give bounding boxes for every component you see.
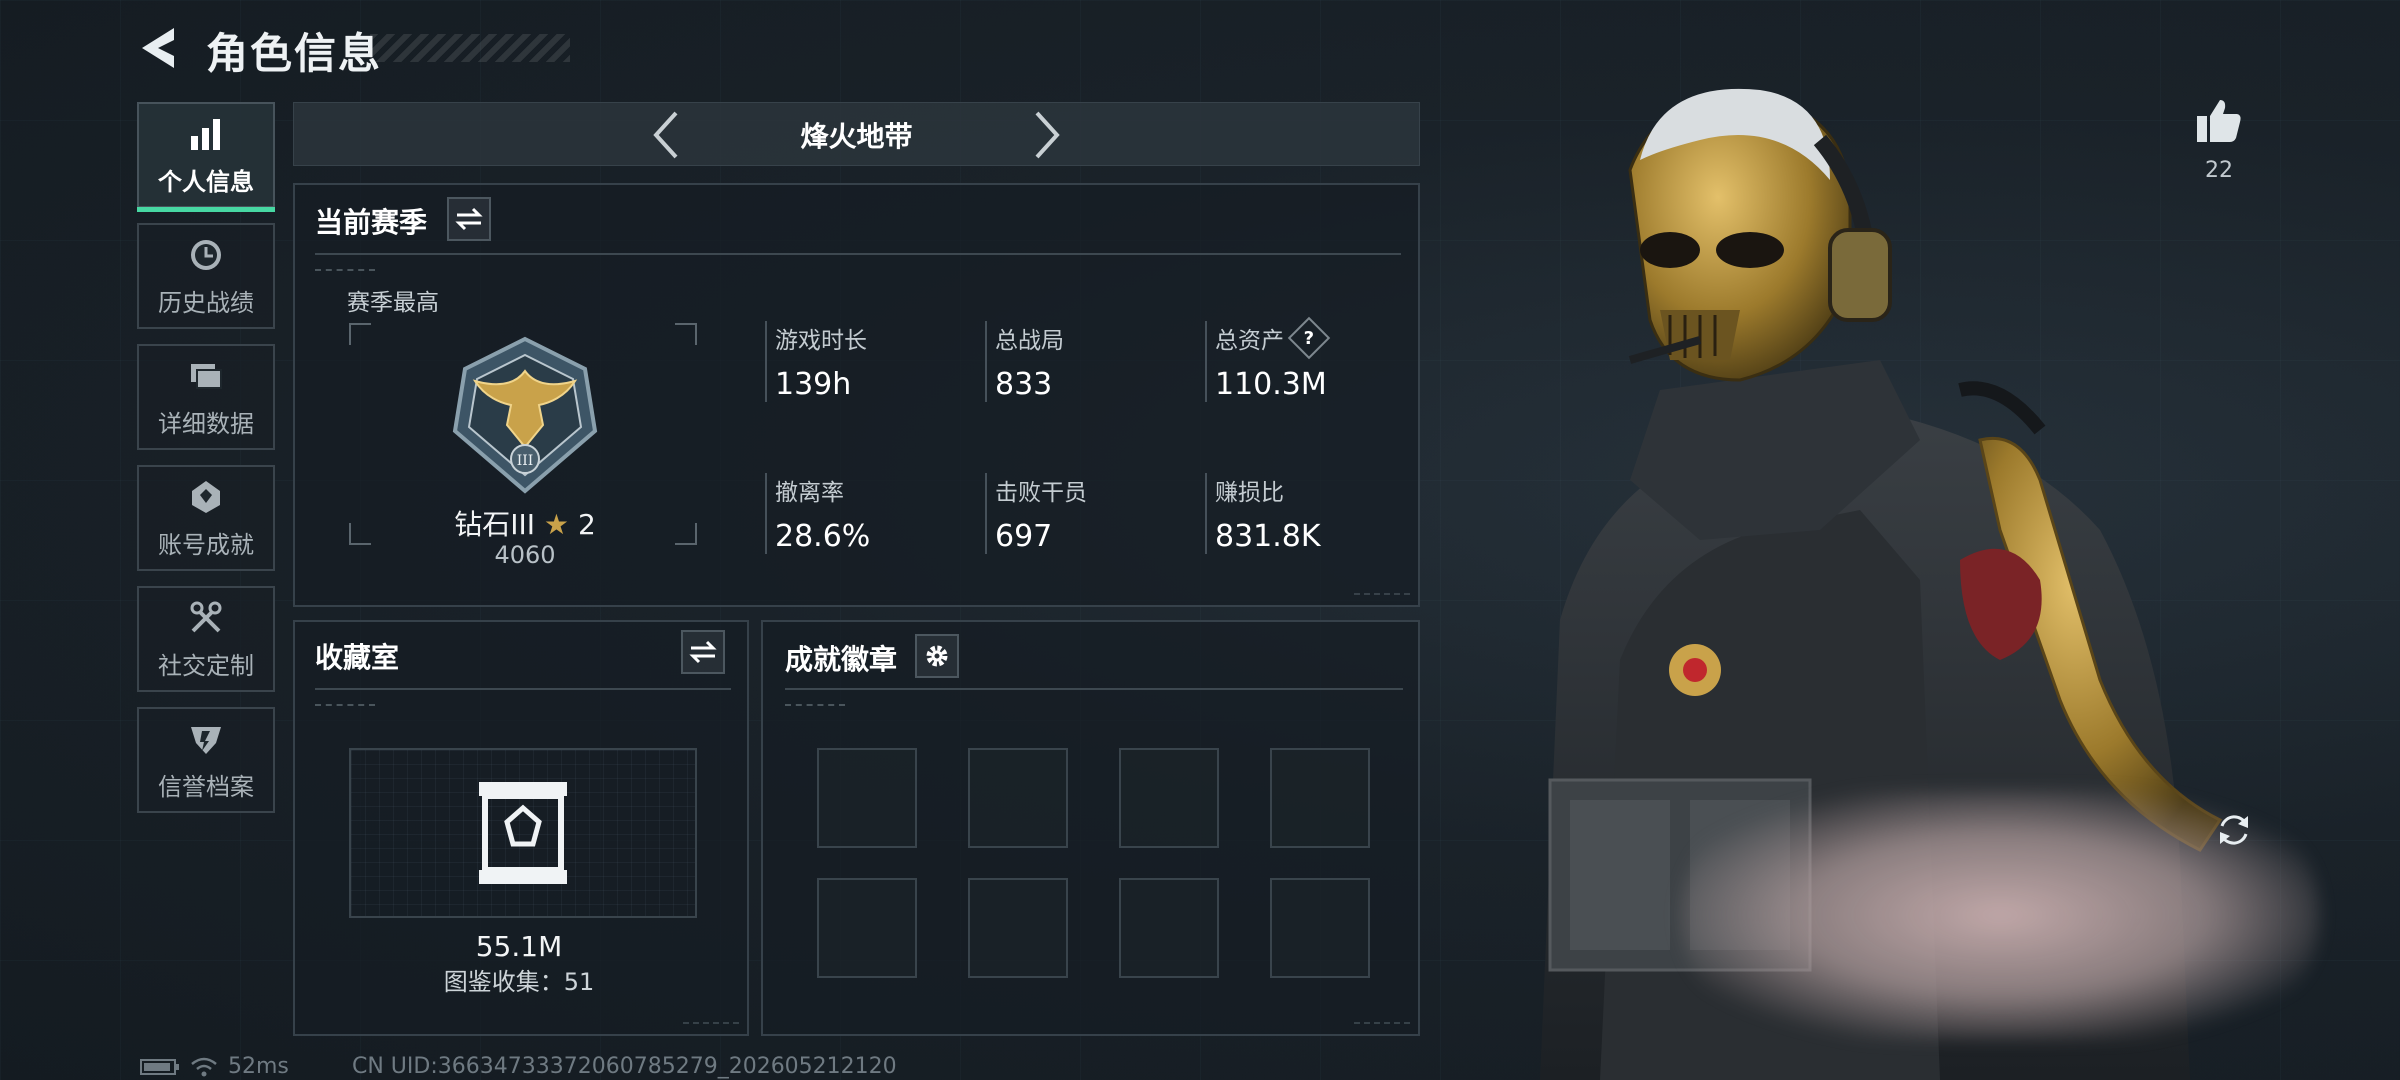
- page-title: 角色信息: [206, 29, 383, 78]
- corner-decoration: [683, 1022, 739, 1030]
- badge-slot[interactable]: [968, 748, 1068, 848]
- status-bar: 52ms: [140, 1054, 289, 1079]
- stat-profit-loss-ratio: 赚损比 831.8K: [1205, 473, 1405, 554]
- stat-total-matches: 总战局 833: [985, 321, 1185, 402]
- collection-value: 55.1M: [475, 930, 563, 963]
- badges-panel: 成就徽章: [761, 620, 1420, 1036]
- display-case-icon: [479, 782, 567, 884]
- back-arrow-icon: [142, 28, 174, 68]
- stat-value: 831.8K: [1215, 519, 1321, 554]
- wifi-icon: [191, 1057, 217, 1076]
- back-button[interactable]: [138, 24, 182, 72]
- sidebar-item-history[interactable]: 历史战绩: [137, 223, 275, 329]
- sidebar-item-label: 历史战绩: [158, 288, 254, 317]
- title-decoration: [370, 34, 570, 62]
- svg-text:III: III: [517, 453, 534, 469]
- sidebar-item-social[interactable]: 社交定制: [137, 586, 275, 692]
- collection-panel: 收藏室 55.1M 图鉴收集：51: [293, 620, 749, 1036]
- thumbs-up-icon: [2197, 100, 2241, 142]
- stat-operators-defeated: 击败干员 697: [985, 473, 1185, 554]
- sidebar-item-label: 社交定制: [158, 651, 254, 680]
- stat-value: 697: [995, 519, 1053, 554]
- chevron-right-icon: [1035, 111, 1060, 159]
- battery-icon: [140, 1058, 179, 1075]
- collection-count: 图鉴收集：51: [443, 968, 595, 996]
- stat-label: 游戏时长: [775, 328, 867, 354]
- like-count: 22: [2205, 158, 2233, 183]
- sidebar-item-label: 账号成就: [158, 530, 254, 559]
- divider: [785, 688, 1403, 690]
- mode-selector: 烽火地带: [293, 102, 1420, 166]
- mode-name: 烽火地带: [800, 120, 913, 153]
- stat-value: 110.3M: [1215, 367, 1327, 402]
- decoration: [315, 269, 375, 273]
- tools-icon: [186, 598, 226, 638]
- rank-emblem-icon: III: [452, 336, 598, 494]
- badge-slot[interactable]: [817, 878, 917, 978]
- divider: [315, 253, 1401, 255]
- season-best-label: 赛季最高: [347, 290, 439, 316]
- help-glyph: ?: [1303, 327, 1315, 349]
- badge-slot[interactable]: [1119, 878, 1219, 978]
- rotate-icon: [2220, 815, 2248, 845]
- season-panel: 当前赛季 赛季最高 III 钻石III ★ 2 4060 游戏时长 139h 总…: [293, 183, 1420, 607]
- rotate-model-button[interactable]: [2214, 810, 2254, 850]
- swap-icon: [689, 640, 717, 664]
- help-icon[interactable]: ?: [1287, 316, 1331, 360]
- badges-settings-button[interactable]: [915, 634, 959, 678]
- star-icon: ★: [543, 508, 570, 541]
- decoration: [785, 704, 845, 708]
- season-title: 当前赛季: [315, 206, 428, 239]
- stat-value: 139h: [775, 367, 852, 402]
- sidebar-item-personal-info[interactable]: 个人信息: [137, 102, 275, 212]
- stat-label: 总资产: [1215, 328, 1284, 354]
- stat-label: 撤离率: [775, 480, 844, 506]
- stat-play-time: 游戏时长 139h: [765, 321, 965, 402]
- stat-label: 赚损比: [1215, 480, 1284, 506]
- stat-label: 总战局: [995, 328, 1064, 354]
- sidebar-item-reputation[interactable]: 信誉档案: [137, 707, 275, 813]
- badge-slot[interactable]: [1270, 748, 1370, 848]
- like-button[interactable]: [2194, 96, 2244, 146]
- decoration: [315, 704, 375, 708]
- sidebar-item-label: 个人信息: [158, 167, 254, 196]
- bar-chart-icon: [186, 114, 226, 154]
- sidebar-item-label: 信誉档案: [158, 772, 254, 801]
- sidebar-item-detailed-data[interactable]: 详细数据: [137, 344, 275, 450]
- rank-name: 钻石III: [454, 508, 536, 541]
- badges-title: 成就徽章: [785, 643, 898, 676]
- rank-points: 4060: [494, 541, 556, 569]
- mode-next-button[interactable]: [1027, 109, 1067, 161]
- stat-value: 28.6%: [775, 519, 871, 554]
- shield-icon: [186, 719, 226, 759]
- collection-title: 收藏室: [315, 641, 400, 674]
- sidebar-item-label: 详细数据: [158, 409, 254, 438]
- collection-display[interactable]: [349, 748, 697, 918]
- ping-value: 52ms: [228, 1054, 289, 1079]
- stat-label: 击败干员: [995, 480, 1087, 506]
- folders-icon: [186, 356, 226, 396]
- clock-icon: [186, 235, 226, 275]
- swap-icon: [455, 207, 483, 231]
- rank-stars: 2: [577, 508, 596, 541]
- sidebar-item-achievements[interactable]: 账号成就: [137, 465, 275, 571]
- achievement-icon: [186, 477, 226, 517]
- badge-slot[interactable]: [817, 748, 917, 848]
- badge-slot[interactable]: [1119, 748, 1219, 848]
- stat-extraction-rate: 撤离率 28.6%: [765, 473, 965, 554]
- sidebar: 个人信息 历史战绩 详细数据 账号成就 社交定制 信誉档案: [137, 102, 275, 828]
- badge-slot[interactable]: [968, 878, 1068, 978]
- season-switch-button[interactable]: [447, 197, 491, 241]
- collection-switch-button[interactable]: [681, 630, 725, 674]
- stat-value: 833: [995, 367, 1053, 402]
- badge-slot[interactable]: [1270, 878, 1370, 978]
- rank-name-row: 钻石III ★ 2: [295, 503, 755, 543]
- stat-total-assets: 总资产 ? 110.3M: [1205, 316, 1405, 402]
- stat-label-row: 总资产 ?: [1215, 316, 1405, 360]
- uid-text: CN UID:3663473337206078527​9_20260521212…: [352, 1054, 897, 1079]
- divider: [315, 688, 731, 690]
- gear-icon: [926, 645, 948, 667]
